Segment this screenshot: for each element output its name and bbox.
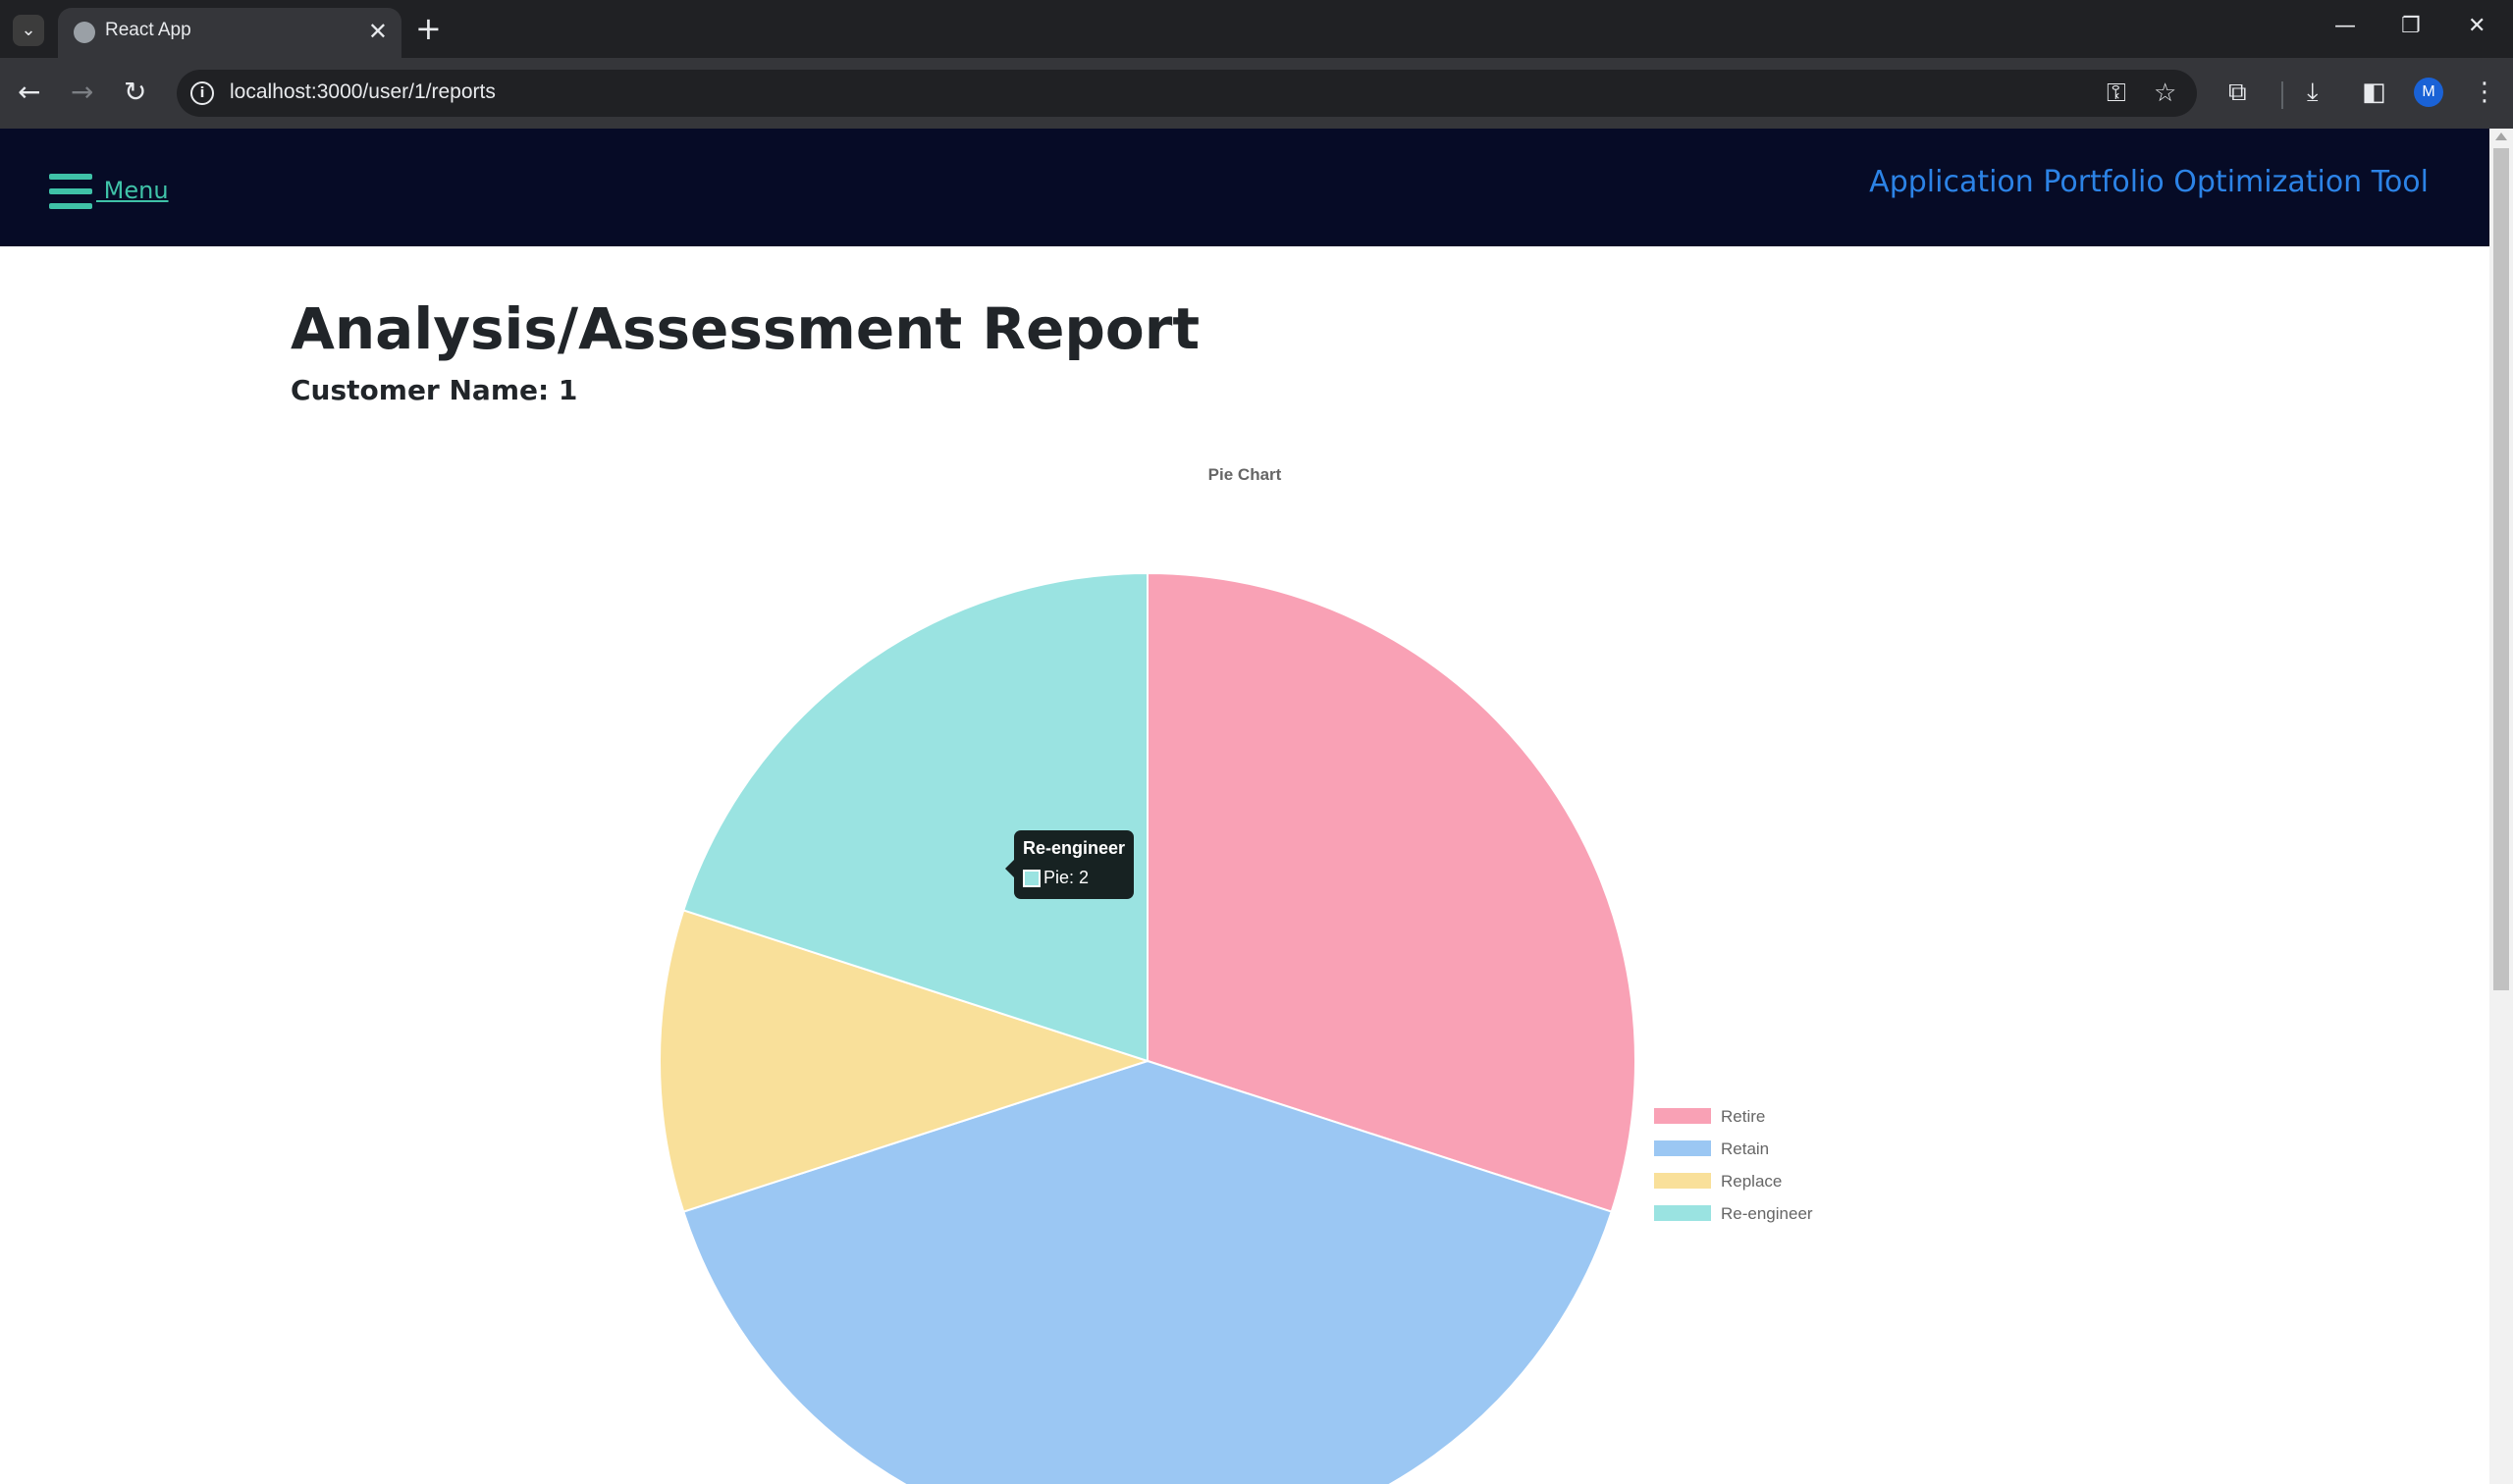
scroll-thumb[interactable] bbox=[2493, 148, 2509, 990]
legend-label[interactable]: Retain bbox=[1721, 1140, 1769, 1158]
bookmark-star-icon[interactable]: ☆ bbox=[2154, 78, 2176, 109]
download-icon[interactable]: ⤓ bbox=[2307, 76, 2319, 109]
browser-tab[interactable]: React App ✕ bbox=[58, 8, 401, 58]
toolbar-separator bbox=[2281, 81, 2283, 109]
more-menu-icon[interactable]: ⋮ bbox=[2472, 76, 2497, 109]
chart-title: Pie Chart bbox=[1208, 465, 1282, 484]
forward-icon[interactable]: → bbox=[71, 76, 93, 109]
tab-search-icon[interactable]: ⌄ bbox=[13, 15, 44, 46]
legend-swatch[interactable] bbox=[1654, 1140, 1711, 1156]
new-tab-icon[interactable]: + bbox=[415, 10, 442, 47]
password-key-icon[interactable]: ⚿ bbox=[2107, 78, 2126, 109]
back-icon[interactable]: ← bbox=[18, 76, 40, 109]
legend-swatch[interactable] bbox=[1654, 1205, 1711, 1221]
minimize-icon[interactable]: — bbox=[2334, 12, 2356, 41]
chart-tooltip: Re-engineer Pie: 2 bbox=[1005, 830, 1134, 899]
extensions-icon[interactable]: ⧉ bbox=[2228, 76, 2247, 109]
url-text[interactable]: localhost:3000/user/1/reports bbox=[230, 80, 496, 104]
browser-tab-bar: ⌄ React App ✕ + — ❐ ✕ bbox=[0, 0, 2513, 58]
profile-avatar[interactable]: M bbox=[2414, 78, 2443, 107]
browser-toolbar: ← → ↻ i localhost:3000/user/1/reports ⚿ … bbox=[0, 58, 2513, 129]
side-panel-icon[interactable]: ◧ bbox=[2362, 76, 2386, 109]
page-scrollbar[interactable] bbox=[2489, 129, 2513, 1484]
scroll-up-arrow-icon[interactable] bbox=[2495, 132, 2507, 140]
pie-chart[interactable]: Pie Chart Retire Retain Replace Re-engineer bbox=[0, 129, 2489, 1484]
tooltip-body: Pie: 2 bbox=[1043, 868, 1090, 887]
legend-swatch[interactable] bbox=[1654, 1108, 1711, 1124]
reload-icon[interactable]: ↻ bbox=[124, 76, 146, 109]
restore-icon[interactable]: ❐ bbox=[2401, 12, 2421, 41]
tab-title: React App bbox=[105, 20, 191, 40]
globe-icon bbox=[74, 22, 95, 43]
address-bar[interactable]: i localhost:3000/user/1/reports ⚿ ☆ bbox=[177, 70, 2197, 117]
page-viewport: Menu Application Portfolio Optimization … bbox=[0, 129, 2513, 1484]
legend-label[interactable]: Retire bbox=[1721, 1107, 1765, 1126]
legend-swatch[interactable] bbox=[1654, 1173, 1711, 1189]
window-close-icon[interactable]: ✕ bbox=[2468, 12, 2486, 41]
legend-label[interactable]: Replace bbox=[1721, 1172, 1782, 1191]
tooltip-title: Re-engineer bbox=[1023, 838, 1126, 858]
close-tab-icon[interactable]: ✕ bbox=[368, 18, 388, 45]
site-info-icon[interactable]: i bbox=[190, 81, 214, 105]
tooltip-swatch bbox=[1023, 870, 1041, 887]
legend-label[interactable]: Re-engineer bbox=[1721, 1204, 1813, 1223]
